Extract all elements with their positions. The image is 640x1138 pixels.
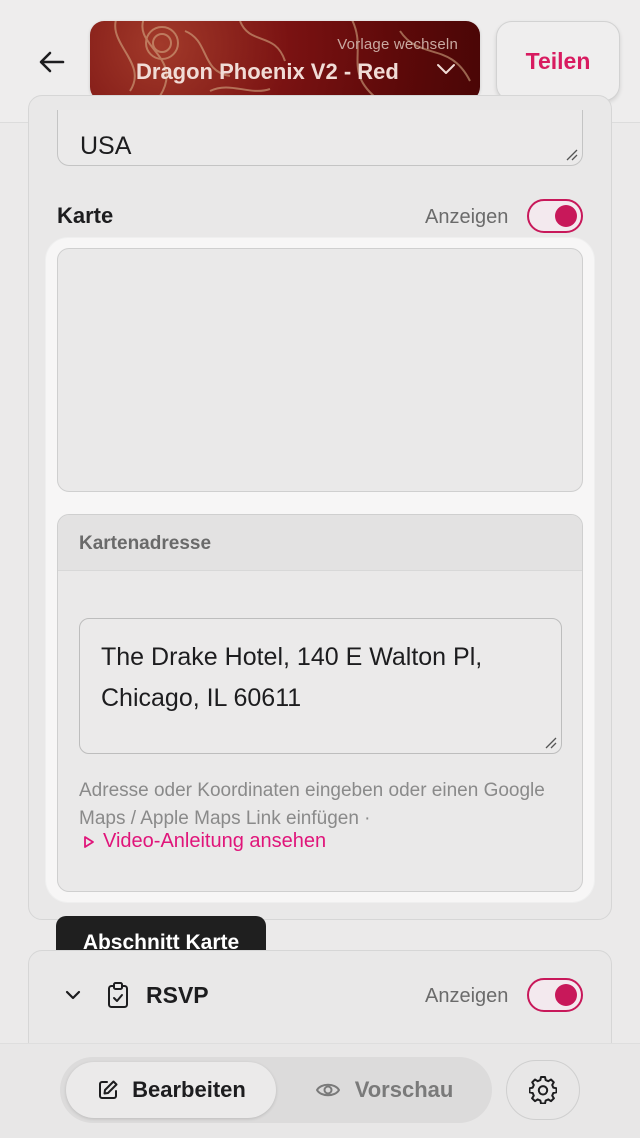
arrow-left-icon <box>39 51 65 73</box>
video-tutorial-label: Video-Anleitung ansehen <box>103 830 327 852</box>
template-name: Dragon Phoenix V2 - Red <box>136 59 399 84</box>
preview-mode-label: Vorschau <box>354 1077 454 1102</box>
map-toggle-label: Anzeigen <box>425 206 509 228</box>
gear-icon <box>529 1076 557 1104</box>
map-address-line: The Drake Hotel, 140 E Walton Pl, <box>101 643 483 671</box>
map-address-help-text: Adresse oder Koordinaten eingeben oder e… <box>79 780 545 829</box>
map-address-heading: Kartenadresse <box>58 515 582 571</box>
clipboard-check-icon <box>108 982 128 1008</box>
map-preview[interactable] <box>57 248 583 492</box>
edit-mode-label: Bearbeiten <box>132 1077 246 1102</box>
play-icon <box>84 835 94 848</box>
share-button[interactable]: Teilen <box>496 21 620 101</box>
preview-mode-button[interactable]: Vorschau <box>282 1062 486 1118</box>
template-switcher[interactable]: Vorlage wechseln Dragon Phoenix V2 - Red <box>90 21 480 101</box>
settings-button[interactable] <box>506 1060 580 1120</box>
video-tutorial-link[interactable]: Video-Anleitung ansehen <box>83 830 326 853</box>
rsvp-section-label: RSVP <box>146 982 209 1008</box>
rsvp-visibility-toggle[interactable] <box>527 978 583 1012</box>
toggle-knob <box>555 984 577 1006</box>
map-section-label: Karte <box>57 203 114 228</box>
eye-icon <box>315 1083 340 1097</box>
map-address-line: Chicago, IL 60611 <box>101 684 302 712</box>
resize-grip-icon[interactable] <box>564 147 578 161</box>
map-visibility-toggle[interactable] <box>527 199 583 233</box>
chevron-down-icon[interactable] <box>62 984 84 1006</box>
country-value: USA <box>80 132 132 160</box>
country-field[interactable]: USA <box>57 110 583 166</box>
resize-grip-icon[interactable] <box>543 735 557 749</box>
back-button[interactable] <box>30 40 74 84</box>
template-switch-hint: Vorlage wechseln <box>337 36 458 53</box>
edit-mode-button[interactable]: Bearbeiten <box>66 1062 276 1118</box>
edit-icon <box>99 1080 118 1099</box>
map-address-input[interactable]: The Drake Hotel, 140 E Walton Pl, Chicag… <box>79 618 562 754</box>
chevron-down-icon <box>437 64 455 74</box>
rsvp-toggle-label: Anzeigen <box>425 985 509 1007</box>
map-address-section: Kartenadresse The Drake Hotel, 140 E Wal… <box>57 514 583 892</box>
toggle-knob <box>555 205 577 227</box>
